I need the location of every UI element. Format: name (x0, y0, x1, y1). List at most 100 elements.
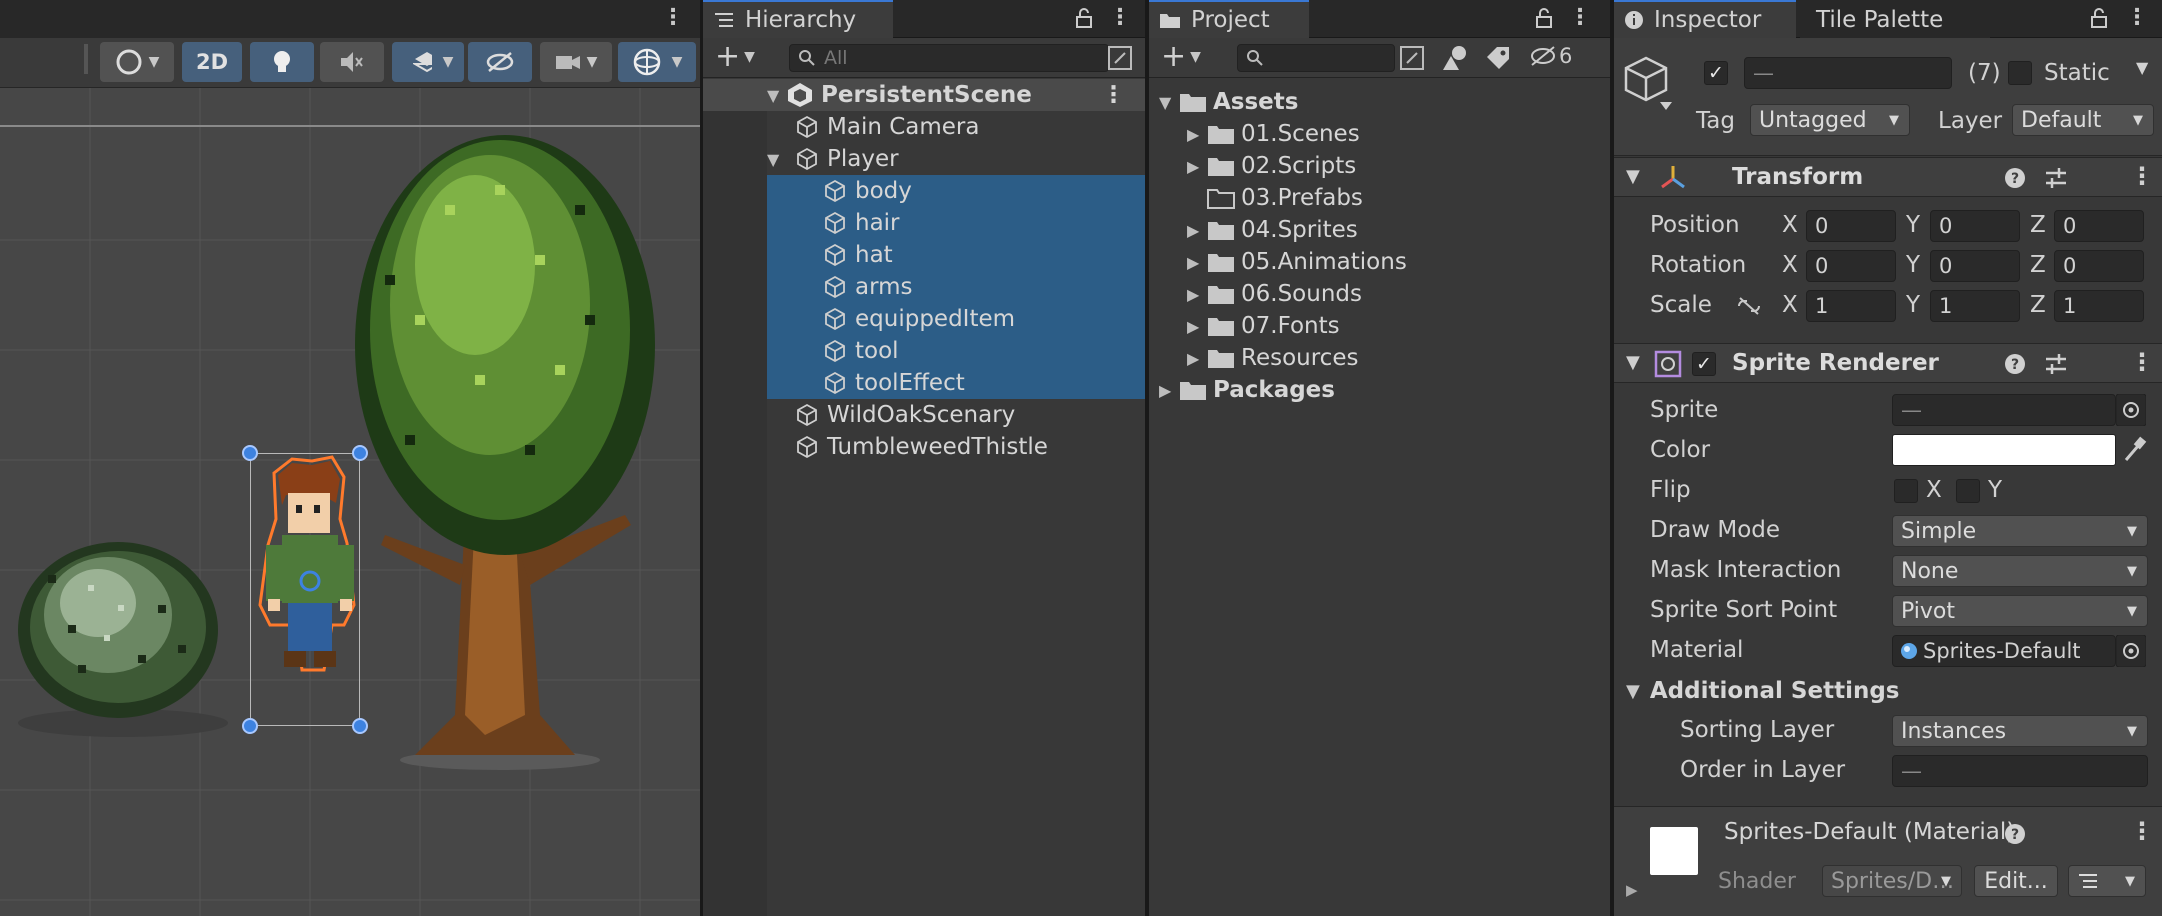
tab-hierarchy[interactable]: Hierarchy (703, 0, 893, 38)
oak-tree-sprite[interactable] (325, 115, 665, 775)
expand-arrow-icon[interactable]: ▼ (767, 150, 787, 169)
hierarchy-menu-icon[interactable]: ⋮ (1109, 6, 1131, 30)
project-folder-item[interactable]: ▶ 05.Animations (1149, 246, 1610, 278)
project-menu-icon[interactable]: ⋮ (1569, 6, 1591, 30)
collapse-arrow-icon[interactable]: ▼ (1626, 352, 1640, 373)
lock-icon[interactable] (1075, 8, 1093, 28)
project-folder-item[interactable]: ▶ 01.Scenes (1149, 118, 1610, 150)
assets-root-row[interactable]: ▼ Assets (1149, 86, 1610, 118)
hierarchy-item[interactable]: ▼ Player (703, 143, 1145, 175)
additional-settings-foldout[interactable]: ▼ Additional Settings (1626, 678, 1900, 704)
hierarchy-item[interactable]: body (703, 175, 1145, 207)
resize-handle-br[interactable] (352, 718, 368, 734)
project-folder-item[interactable]: 03.Prefabs (1149, 182, 1610, 214)
mask-interaction-dropdown[interactable]: None ▼ (1892, 555, 2148, 587)
hierarchy-item[interactable]: TumbleweedThistle (703, 431, 1145, 463)
hierarchy-item[interactable]: tool (703, 335, 1145, 367)
tag-dropdown[interactable]: Untagged ▼ (1750, 104, 1910, 136)
player-sprite[interactable] (252, 455, 362, 685)
component-menu-icon[interactable]: ⋮ (2130, 162, 2154, 190)
camera-settings-button[interactable]: ▼ (540, 42, 612, 82)
tab-inspector[interactable]: Inspector (1614, 0, 1796, 38)
flip-x-checkbox[interactable] (1894, 479, 1918, 503)
hierarchy-item[interactable]: arms (703, 271, 1145, 303)
expand-arrow-icon[interactable]: ▶ (1626, 881, 1638, 899)
help-icon[interactable]: ? (2004, 167, 2026, 189)
search-expand-icon[interactable] (1107, 45, 1133, 71)
collapse-arrow-icon[interactable]: ▼ (1626, 166, 1640, 187)
expand-arrow-icon[interactable]: ▶ (1187, 157, 1207, 176)
draw-mode-dropdown[interactable]: Simple ▼ (1892, 515, 2148, 547)
project-search-input[interactable] (1237, 44, 1395, 72)
gizmos-button[interactable]: ▼ (618, 42, 696, 82)
create-asset-button[interactable]: + ▼ (1161, 42, 1201, 72)
object-picker-icon[interactable] (2116, 394, 2146, 426)
create-button[interactable]: + ▼ (715, 42, 755, 72)
audio-toggle-button[interactable] (320, 42, 384, 82)
project-folder-item[interactable]: ▶ 04.Sprites (1149, 214, 1610, 246)
expand-arrow-icon[interactable]: ▶ (1187, 349, 1207, 368)
effects-dropdown[interactable]: ▼ (432, 42, 464, 82)
component-menu-icon[interactable]: ⋮ (2130, 817, 2154, 845)
component-menu-icon[interactable]: ⋮ (2130, 348, 2154, 376)
color-field[interactable] (1892, 434, 2116, 466)
search-expand-icon[interactable] (1399, 45, 1425, 71)
expand-arrow-icon[interactable]: ▼ (767, 86, 787, 105)
rotation-x-field[interactable]: 0 (1806, 250, 1896, 282)
static-checkbox[interactable] (2008, 61, 2032, 85)
scene-menu-icon[interactable]: ⋮ (662, 6, 684, 30)
shader-edit-button[interactable]: Edit... (1974, 865, 2058, 897)
link-broken-icon[interactable] (1736, 296, 1762, 316)
tab-tile-palette[interactable]: Tile Palette (1800, 0, 1990, 38)
position-z-field[interactable]: 0 (2054, 210, 2144, 242)
scene-menu-icon[interactable]: ⋮ (1102, 82, 1125, 108)
2d-mode-button[interactable]: 2D (182, 42, 242, 82)
object-picker-icon[interactable] (2116, 635, 2146, 667)
gameobject-cube-icon[interactable] (1624, 56, 1674, 112)
rotation-z-field[interactable]: 0 (2054, 250, 2144, 282)
scale-y-field[interactable]: 1 (1930, 290, 2020, 322)
scale-z-field[interactable]: 1 (2054, 290, 2144, 322)
presets-icon[interactable] (2044, 353, 2068, 375)
expand-arrow-icon[interactable]: ▶ (1187, 221, 1207, 240)
active-checkbox[interactable]: ✓ (1704, 61, 1728, 85)
material-object-field[interactable]: Sprites-Default (1892, 635, 2116, 667)
inspector-menu-icon[interactable]: ⋮ (2126, 6, 2148, 30)
hierarchy-item[interactable]: WildOakScenary (703, 399, 1145, 431)
hidden-packages-toggle[interactable]: 6 (1529, 44, 1572, 68)
scene-view[interactable]: ⋮ ▼ 2D ▼ ▼ ▼ (0, 0, 700, 916)
packages-row[interactable]: ▶ Packages (1149, 374, 1610, 406)
sprite-renderer-header[interactable]: ▼ ✓ Sprite Renderer ? ⋮ (1614, 343, 2162, 383)
expand-arrow-icon[interactable]: ▶ (1187, 285, 1207, 304)
expand-arrow-icon[interactable]: ▶ (1187, 125, 1207, 144)
expand-arrow-icon[interactable]: ▶ (1187, 317, 1207, 336)
help-icon[interactable]: ? (2004, 353, 2026, 375)
order-in-layer-field[interactable]: — (1892, 755, 2148, 787)
sort-point-dropdown[interactable]: Pivot ▼ (1892, 595, 2148, 627)
scene-visibility-button[interactable] (468, 42, 532, 82)
tab-project[interactable]: Project (1149, 0, 1309, 38)
static-dropdown-icon[interactable]: ▼ (2136, 58, 2148, 77)
project-folder-item[interactable]: ▶ 02.Scripts (1149, 150, 1610, 182)
hierarchy-item[interactable]: hair (703, 207, 1145, 239)
sorting-layer-dropdown[interactable]: Instances ▼ (1892, 715, 2148, 747)
transform-header[interactable]: ▼ Transform ? ⋮ (1614, 157, 2162, 197)
filter-by-label-icon[interactable] (1485, 45, 1511, 71)
presets-icon[interactable] (2044, 167, 2068, 189)
hierarchy-search-input[interactable]: All (789, 44, 1109, 72)
expand-arrow-icon[interactable]: ▶ (1187, 253, 1207, 272)
lock-icon[interactable] (1535, 8, 1553, 28)
layer-dropdown[interactable]: Default ▼ (2012, 104, 2154, 136)
hierarchy-item[interactable]: toolEffect (703, 367, 1145, 399)
sprite-object-field[interactable]: — (1892, 394, 2116, 426)
scale-x-field[interactable]: 1 (1806, 290, 1896, 322)
position-x-field[interactable]: 0 (1806, 210, 1896, 242)
lock-icon[interactable] (2090, 8, 2108, 28)
expand-arrow-icon[interactable]: ▼ (1159, 93, 1179, 112)
shader-options-button[interactable]: ▼ (2068, 865, 2146, 897)
scene-header-row[interactable]: ▼ PersistentScene ⋮ (703, 79, 1145, 111)
hierarchy-item[interactable]: equippedItem (703, 303, 1145, 335)
lighting-toggle-button[interactable] (250, 42, 314, 82)
resize-handle-bl[interactable] (242, 718, 258, 734)
project-folder-item[interactable]: ▶ Resources (1149, 342, 1610, 374)
